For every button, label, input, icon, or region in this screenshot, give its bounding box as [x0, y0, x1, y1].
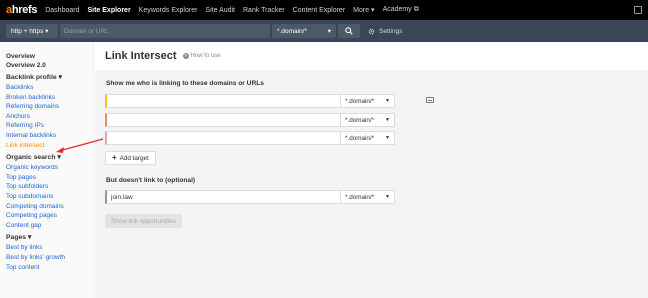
settings-label: Settings: [379, 27, 403, 35]
target-mode-label: *.domain/*: [345, 116, 375, 124]
chevron-down-icon: ▼: [385, 194, 390, 200]
sidebar-item-referring-ips[interactable]: Referring IPs: [6, 121, 93, 131]
nav-rank-tracker[interactable]: Rank Tracker: [243, 7, 285, 14]
sidebar-section-organic-search[interactable]: Organic search ▾: [6, 153, 93, 163]
logo-text: hrefs: [11, 4, 38, 16]
chevron-down-icon: ▼: [385, 98, 390, 104]
search-icon: [345, 27, 353, 35]
sidebar-item-backlinks[interactable]: Backlinks: [6, 83, 93, 93]
sidebar-item-top-subfolders[interactable]: Top subfolders: [6, 182, 93, 192]
sidebar-section-backlink-profile[interactable]: Backlink profile ▾: [6, 73, 93, 83]
target-row-2: *.domain/* ▼: [105, 113, 395, 127]
sidebar-item-best-by-links-growth[interactable]: Best by links' growth: [6, 253, 93, 263]
nav-more[interactable]: More ▾: [353, 6, 374, 14]
sidebar-item-content-gap[interactable]: Content gap: [6, 221, 93, 231]
exclude-heading: But doesn't link to (optional): [106, 177, 196, 184]
target-input-1[interactable]: [105, 94, 341, 108]
sidebar: Overview Overview 2.0 Backlink profile ▾…: [0, 42, 94, 298]
sidebar-item-broken-backlinks[interactable]: Broken backlinks: [6, 93, 93, 103]
sidebar-item-top-content[interactable]: Top content: [6, 263, 93, 273]
domain-search-input[interactable]: Domain or URL: [60, 24, 270, 38]
how-to-use-label: How to use: [190, 53, 221, 59]
nav-academy[interactable]: Academy ⧉: [383, 6, 419, 14]
target-row-1: *.domain/* ▼: [105, 94, 395, 108]
sidebar-item-anchors[interactable]: Anchors: [6, 112, 93, 122]
nav-dashboard[interactable]: Dashboard: [45, 7, 79, 14]
add-target-label: Add target: [119, 154, 149, 162]
target-row-3: *.domain/* ▼: [105, 131, 395, 145]
window-icon[interactable]: [634, 6, 642, 14]
page-title: Link Intersect: [105, 50, 177, 62]
target-mode-label: *.domain/*: [345, 134, 375, 142]
sidebar-item-link-intersect[interactable]: Link intersect: [6, 141, 93, 151]
chevron-down-icon: ▼: [385, 135, 390, 141]
help-icon: ?: [182, 53, 189, 59]
mode-select[interactable]: *.domain/* ▾: [272, 24, 336, 38]
exclude-mode-label: *.domain/*: [345, 193, 375, 201]
how-to-use-link[interactable]: ? How to use: [182, 53, 221, 59]
chevron-down-icon: ▼: [385, 117, 390, 123]
sidebar-item-internal-backlinks[interactable]: Internal backlinks: [6, 131, 93, 141]
target-mode-select-1[interactable]: *.domain/* ▼: [341, 94, 395, 108]
sidebar-item-best-by-links[interactable]: Best by links: [6, 243, 93, 253]
sidebar-item-top-pages[interactable]: Top pages: [6, 173, 93, 183]
exclude-row: join.law *.domain/* ▼: [105, 190, 395, 204]
nav-site-explorer[interactable]: Site Explorer: [87, 7, 130, 14]
search-bar: http + https ▾ Domain or URL *.domain/* …: [0, 20, 648, 42]
sidebar-item-competing-pages[interactable]: Competing pages: [6, 211, 93, 221]
plus-icon: +: [112, 153, 117, 162]
target-mode-label: *.domain/*: [345, 97, 375, 105]
gear-icon: [368, 28, 375, 34]
exclude-mode-select[interactable]: *.domain/* ▼: [341, 190, 395, 204]
sidebar-overview-2[interactable]: Overview 2.0: [6, 61, 93, 70]
sidebar-overview[interactable]: Overview: [6, 52, 93, 61]
exclude-input[interactable]: join.law: [105, 190, 341, 204]
sidebar-item-competing-domains[interactable]: Competing domains: [6, 202, 93, 212]
target-mode-select-2[interactable]: *.domain/* ▼: [341, 113, 395, 127]
target-mode-select-3[interactable]: *.domain/* ▼: [341, 131, 395, 145]
top-navigation: ahrefs Dashboard Site Explorer Keywords …: [0, 0, 648, 20]
main-content: Link Intersect ? How to use Show me who …: [95, 42, 648, 298]
target-input-3[interactable]: [105, 131, 341, 145]
mode-select-label: *.domain/*: [277, 27, 307, 35]
protocol-select[interactable]: http + https ▾: [6, 24, 58, 38]
sidebar-item-referring-domains[interactable]: Referring domains: [6, 102, 93, 112]
search-button[interactable]: [338, 24, 360, 38]
keyboard-icon[interactable]: [426, 97, 434, 103]
chevron-down-icon: ▾: [327, 28, 331, 35]
page-header: Link Intersect ? How to use: [95, 42, 648, 70]
targets-heading: Show me who is linking to these domains …: [106, 80, 264, 87]
nav-keywords-explorer[interactable]: Keywords Explorer: [139, 7, 198, 14]
sidebar-item-organic-keywords[interactable]: Organic keywords: [6, 163, 93, 173]
nav-content-explorer[interactable]: Content Explorer: [293, 7, 346, 14]
settings-link[interactable]: Settings: [368, 28, 403, 35]
nav-site-audit[interactable]: Site Audit: [205, 7, 235, 14]
sidebar-item-top-subdomains[interactable]: Top subdomains: [6, 192, 93, 202]
show-link-opportunities-button[interactable]: Show link opportunities: [105, 214, 182, 228]
target-input-2[interactable]: [105, 113, 341, 127]
sidebar-section-pages[interactable]: Pages ▾: [6, 233, 93, 243]
add-target-button[interactable]: + Add target: [105, 151, 156, 165]
ahrefs-logo[interactable]: ahrefs: [6, 4, 38, 16]
